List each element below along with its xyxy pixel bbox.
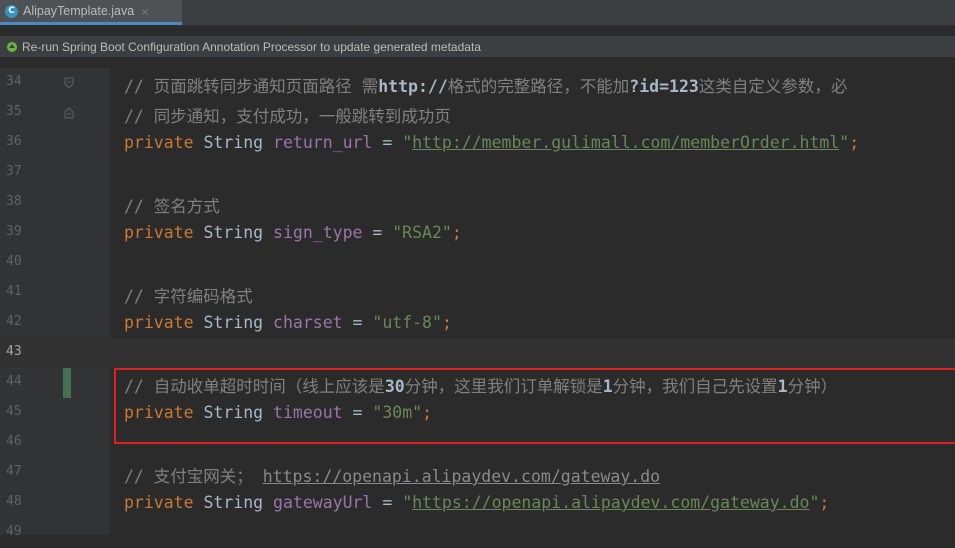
code-line[interactable]: 35 // 同步通知，支付成功，一般跳转到成功页: [0, 98, 955, 128]
notification-link[interactable]: Re-run Spring Boot Configuration Annotat…: [22, 40, 481, 54]
line-number: 36: [6, 134, 22, 149]
java-class-icon: C: [5, 4, 18, 18]
line-number: 47: [6, 464, 22, 479]
code-line[interactable]: 47 // 支付宝网关； https://openapi.alipaydev.c…: [0, 458, 955, 488]
code-line[interactable]: 36 private String return_url = "http://m…: [0, 128, 955, 158]
code-text: private String sign_type = "RSA2";: [124, 223, 462, 242]
line-number: 37: [6, 164, 22, 179]
spring-boot-icon: [6, 41, 18, 53]
code-text: // 签名方式: [124, 197, 220, 216]
fold-start-icon[interactable]: [63, 77, 75, 89]
code-line[interactable]: 34 // 页面跳转同步通知页面路径 需http://格式的完整路径，不能加?i…: [0, 68, 955, 98]
code-line[interactable]: 42 private String charset = "utf-8";: [0, 308, 955, 338]
url-link[interactable]: https://openapi.alipaydev.com/gateway.do: [412, 493, 809, 512]
code-line[interactable]: 38 // 签名方式: [0, 188, 955, 218]
line-number: 44: [6, 374, 22, 389]
code-editor[interactable]: 34 // 页面跳转同步通知页面路径 需http://格式的完整路径，不能加?i…: [0, 68, 955, 539]
url-link[interactable]: http://member.gulimall.com/memberOrder.h…: [412, 133, 839, 152]
line-number: 40: [6, 254, 22, 269]
code-text: // 同步通知，支付成功，一般跳转到成功页: [124, 107, 451, 126]
line-number: 46: [6, 434, 22, 449]
line-number: 41: [6, 284, 22, 299]
code-text: private String charset = "utf-8";: [124, 313, 452, 332]
line-number: 42: [6, 314, 22, 329]
code-text: private String return_url = "http://memb…: [124, 133, 860, 152]
line-number: 38: [6, 194, 22, 209]
line-number: 43: [6, 344, 22, 359]
line-number: 35: [6, 104, 22, 119]
code-text: // 支付宝网关； https://openapi.alipaydev.com/…: [124, 467, 661, 486]
line-number: 49: [6, 524, 22, 539]
line-number: 48: [6, 494, 22, 509]
notification-bar: Re-run Spring Boot Configuration Annotat…: [0, 36, 955, 57]
tab-alipaytemplate[interactable]: C AlipayTemplate.java ×: [0, 0, 182, 25]
annotation-highlight-box: [114, 368, 955, 444]
code-line-current[interactable]: 43: [0, 338, 955, 368]
code-line[interactable]: 40: [0, 248, 955, 278]
close-icon[interactable]: ×: [140, 5, 149, 18]
code-text: // 页面跳转同步通知页面路径 需http://格式的完整路径，不能加?id=1…: [124, 77, 848, 96]
comment-url-link[interactable]: https://openapi.alipaydev.com/gateway.do: [263, 467, 660, 486]
code-line[interactable]: 49: [0, 518, 955, 548]
line-number: 39: [6, 224, 22, 239]
line-number: 45: [6, 404, 22, 419]
code-text: // 字符编码格式: [124, 287, 253, 306]
tab-label: AlipayTemplate.java: [23, 4, 135, 18]
editor-tab-bar: C AlipayTemplate.java ×: [0, 0, 955, 26]
code-line[interactable]: 41 // 字符编码格式: [0, 278, 955, 308]
code-line[interactable]: 37: [0, 158, 955, 188]
fold-end-icon[interactable]: [63, 107, 75, 119]
line-number: 34: [6, 74, 22, 89]
code-line[interactable]: 39 private String sign_type = "RSA2";: [0, 218, 955, 248]
code-line[interactable]: 48 private String gatewayUrl = "https://…: [0, 488, 955, 518]
code-text: private String gatewayUrl = "https://ope…: [124, 493, 830, 512]
